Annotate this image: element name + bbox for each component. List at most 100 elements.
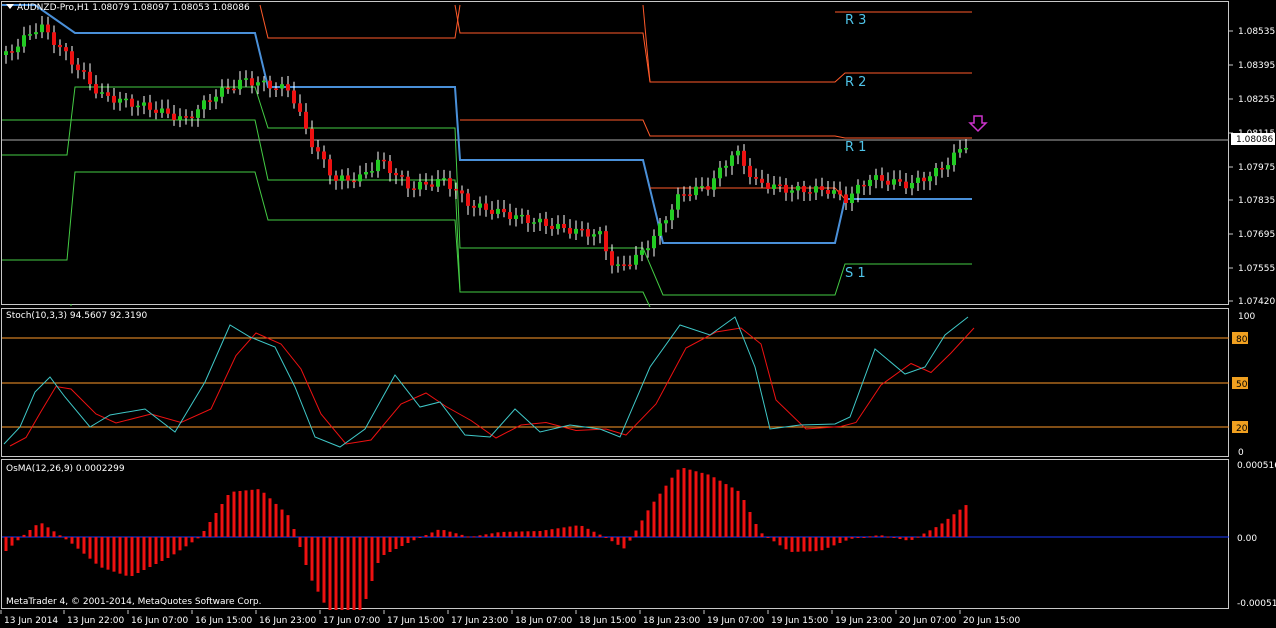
bull-candle (358, 174, 362, 182)
osma-bar (22, 534, 26, 537)
time-axis-label: 13 Jun 2014 (4, 616, 58, 626)
bear-candle (526, 214, 530, 223)
time-axis-label: 20 Jun 15:00 (963, 616, 1020, 626)
osma-bar (760, 533, 764, 537)
bear-candle (886, 180, 890, 185)
osma-bar (472, 536, 476, 538)
bull-candle (124, 98, 128, 101)
bear-candle (268, 80, 272, 89)
osma-bar (652, 501, 656, 537)
bull-candle (418, 181, 422, 190)
bear-candle (352, 180, 356, 183)
bull-candle (964, 147, 968, 150)
osma-bar (160, 537, 164, 561)
osma-svg[interactable]: 0.000516 0.00 -0.000510 (0, 458, 1276, 610)
bull-candle (892, 179, 896, 185)
bear-candle (166, 108, 170, 114)
osma-bar (508, 531, 512, 537)
bear-candle (316, 147, 320, 152)
osma-bar (844, 537, 848, 541)
osma-bar (928, 530, 932, 537)
osma-bar (592, 531, 596, 537)
symbol-header: AUDNZD-Pro,H1 1.08079 1.08097 1.08053 1.… (6, 3, 250, 13)
osma-bar (688, 469, 692, 537)
osma-bar (796, 537, 800, 552)
osma-bar (532, 531, 536, 537)
osma-bar (604, 537, 608, 538)
osma-bar (220, 504, 224, 537)
bear-candle (544, 218, 548, 226)
bear-candle (322, 151, 326, 160)
bull-candle (442, 178, 446, 180)
osma-bar (448, 531, 452, 537)
osma-bar (850, 537, 854, 539)
bull-candle (856, 184, 860, 194)
bear-candle (382, 159, 386, 162)
price-panel[interactable]: 1.085351.083951.082551.081151.079751.078… (0, 0, 1276, 307)
bull-candle (598, 231, 602, 235)
bear-candle (430, 184, 434, 187)
osma-bar (196, 537, 200, 539)
bear-candle (400, 175, 404, 177)
osma-bar (376, 537, 380, 563)
osma-bar (706, 474, 710, 537)
osma-bar (580, 525, 584, 537)
bear-candle (112, 95, 116, 103)
bear-candle (154, 109, 158, 113)
mt4-chart-window[interactable]: { "price_chart": { "header": "AUDNZD-Pro… (0, 0, 1276, 628)
bull-candle (664, 220, 668, 224)
osma-bar (250, 489, 254, 537)
bull-candle (790, 190, 794, 193)
stoch-level-label: 50 (1236, 380, 1248, 390)
osma-bar (388, 537, 392, 552)
osma-bar (340, 537, 344, 610)
stochastic-svg[interactable]: 100 80 50 20 0 (0, 307, 1276, 458)
time-axis: 13 Jun 2014 13 Jun 22:00 16 Jun 07:00 16 Ju… (0, 610, 1276, 628)
price-axis-label: 1.08395 (1238, 61, 1275, 71)
bear-candle (460, 190, 464, 194)
bull-candle (928, 176, 932, 182)
osma-bar (460, 534, 464, 537)
osma-bar (124, 537, 128, 576)
osma-bar (550, 529, 554, 537)
price-axis-label: 1.08535 (1238, 27, 1275, 37)
osma-bar (514, 531, 518, 537)
bull-candle (640, 250, 644, 255)
resistance-2-line (454, 4, 972, 83)
osma-bar (46, 527, 50, 537)
bear-candle (802, 186, 806, 193)
price-axis-label: 1.07420 (1238, 297, 1275, 307)
bear-candle (346, 175, 350, 181)
osma-bar (274, 503, 278, 537)
osma-panel[interactable]: 0.000516 0.00 -0.000510 OsMA(12,26,9) 0.00… (0, 458, 1276, 610)
osma-bar (586, 528, 590, 537)
osma-bar (322, 537, 326, 603)
price-chart-svg[interactable]: 1.085351.083951.082551.081151.079751.078… (0, 0, 1276, 307)
osma-bar (826, 537, 830, 548)
osma-bar (466, 536, 470, 538)
osma-bar (58, 535, 62, 537)
osma-bar (670, 477, 674, 537)
osma-bar (646, 510, 650, 537)
bull-candle (694, 186, 698, 196)
bear-candle (940, 168, 944, 170)
stochastic-panel[interactable]: 100 80 50 20 0 Stoch(10,3,3) 94.5607 92.3190 (0, 307, 1276, 458)
osma-bar (106, 537, 110, 570)
osma-bar (100, 537, 104, 568)
bear-candle (748, 165, 752, 178)
osma-bar (442, 530, 446, 537)
bear-candle (508, 212, 512, 219)
bull-candle (514, 215, 518, 219)
osma-bar (178, 537, 182, 551)
osma-bar (454, 533, 458, 537)
osma-bar (658, 493, 662, 537)
osma-bar (802, 537, 806, 552)
stoch-level-label: 100 (1238, 312, 1255, 322)
osma-bar (412, 537, 416, 541)
bear-candle (454, 188, 458, 191)
bull-candle (712, 178, 716, 190)
time-axis-label: 17 Jun 07:00 (323, 616, 380, 626)
bull-candle (244, 78, 248, 80)
osma-bar (34, 525, 38, 537)
osma-bar (616, 537, 620, 545)
